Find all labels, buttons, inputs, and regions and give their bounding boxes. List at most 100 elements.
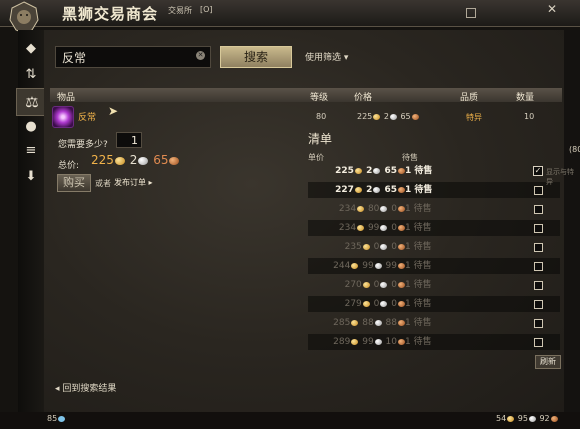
listing-silver: 88: [362, 318, 374, 328]
copper-coin-icon: [398, 167, 405, 174]
checkbox-first-row[interactable]: ✓: [533, 166, 543, 176]
coin-stack-icon[interactable]: ●: [22, 118, 40, 136]
listing-qty: 1 待售: [405, 337, 432, 347]
copper-coin-icon: [398, 205, 405, 212]
copper-coin-icon: [398, 281, 405, 288]
listing-qty: 1 待售: [405, 299, 432, 309]
list-icon[interactable]: ≡: [22, 142, 40, 160]
quantity-input[interactable]: 1: [116, 132, 142, 148]
gold-coin-icon: [354, 167, 362, 174]
item-rarity: 特异: [466, 113, 482, 122]
close-button[interactable]: ✕: [546, 3, 558, 15]
listing-checkbox[interactable]: [534, 338, 543, 347]
listing-copper: 0: [391, 242, 397, 252]
help-icon[interactable]: [466, 8, 476, 18]
buy-button[interactable]: 购买: [57, 174, 91, 192]
listing-silver: 99: [367, 223, 380, 233]
filter-dropdown[interactable]: 使用筛选 ▾: [305, 50, 348, 63]
clear-search-button[interactable]: ✕: [196, 51, 205, 60]
listing-copper: 0: [391, 223, 397, 233]
listing-row[interactable]: 270 0 01 待售: [308, 277, 560, 293]
place-order-link[interactable]: 发布订单 ▸: [114, 177, 153, 188]
item-icon[interactable]: [52, 106, 74, 128]
gold-coin-icon: [373, 113, 381, 120]
col-level[interactable]: 等级: [310, 90, 328, 103]
listing-copper: 0: [391, 299, 397, 309]
item-price: 225 2 65: [357, 112, 420, 121]
item-quantity: 10: [524, 112, 535, 121]
gold-coin-icon: [351, 319, 359, 326]
listing-checkbox[interactable]: [534, 262, 543, 271]
listing-row[interactable]: 225 2 65 1 待售: [308, 163, 560, 179]
silver-coin-icon: [380, 281, 388, 288]
gold-coin-icon: [507, 415, 515, 422]
window-subtitle[interactable]: 交易所: [168, 5, 192, 16]
gem-icon: [58, 415, 66, 422]
listing-price: 227 2 65: [316, 182, 406, 198]
col-price[interactable]: 价格: [354, 90, 372, 103]
listing-silver: 99: [362, 261, 374, 271]
listing-checkbox[interactable]: [534, 300, 543, 309]
edge-text: (80: [569, 145, 580, 154]
listing-checkbox[interactable]: [534, 243, 543, 252]
total-copper: 65: [153, 153, 169, 167]
listing-row[interactable]: 289 99 10 1 待售: [308, 334, 560, 350]
gem-icon[interactable]: ◆: [22, 40, 40, 58]
silver-coin-icon: [374, 262, 382, 269]
col-rarity[interactable]: 品质: [460, 90, 478, 103]
listing-price: 279 0 0: [316, 296, 406, 312]
silver-coin-icon: [374, 338, 382, 345]
item-level: 80: [316, 112, 327, 121]
copper-coin-icon: [398, 300, 405, 307]
wallet-gold: 54: [496, 414, 507, 423]
total-label: 总价:: [58, 161, 80, 171]
listing-row[interactable]: 279 0 01 待售: [308, 296, 560, 312]
listing-gold: 235: [344, 242, 362, 252]
listing-price: 234 80 0: [316, 201, 406, 217]
table-header: [50, 88, 562, 102]
col-quantity[interactable]: 数量: [516, 90, 534, 103]
copper-coin-icon: [169, 156, 180, 165]
listing-qty: 1 待售: [405, 261, 432, 271]
listing-checkbox[interactable]: [534, 281, 543, 290]
price-silver: 2: [383, 112, 389, 121]
quantity-label: 您需要多少?: [58, 140, 108, 150]
listing-silver: 99: [362, 337, 374, 347]
listing-row[interactable]: 234 80 01 待售: [308, 201, 560, 217]
listing-copper: 65: [384, 166, 397, 176]
bottom-bar: [0, 412, 580, 429]
silver-coin-icon: [380, 205, 388, 212]
back-to-results-link[interactable]: ◂ 回到搜索结果: [55, 381, 116, 394]
listing-col-qty: 待售: [402, 153, 418, 162]
listing-silver: 0: [373, 242, 380, 252]
copper-coin-icon: [398, 186, 405, 193]
exchange-icon[interactable]: ⇅: [22, 66, 40, 84]
listing-row[interactable]: 244 99 99 1 待售: [308, 258, 560, 274]
listing-row[interactable]: 227 2 65 1 待售: [308, 182, 560, 198]
or-label: 或者: [95, 179, 111, 188]
gold-coin-icon: [362, 243, 370, 250]
listing-price: 244 99 99: [316, 258, 406, 274]
listing-qty: 1 待售: [405, 166, 433, 176]
hotkey-label: [O]: [200, 5, 213, 14]
gold-coin-icon: [351, 262, 359, 269]
col-item[interactable]: 物品: [57, 90, 75, 103]
item-name[interactable]: 反常: [78, 110, 96, 123]
search-button[interactable]: 搜索: [220, 46, 292, 68]
copper-coin-icon: [398, 243, 405, 250]
search-value: 反常: [62, 51, 87, 65]
listing-copper: 0: [391, 280, 397, 290]
listing-checkbox[interactable]: [534, 186, 543, 195]
refresh-button[interactable]: 刷新: [535, 355, 561, 369]
gold-coin-icon: [114, 156, 125, 165]
listing-row[interactable]: 285 88 88 1 待售: [308, 315, 560, 331]
listing-row[interactable]: 235 0 01 待售: [308, 239, 560, 255]
copper-coin-icon: [411, 113, 419, 120]
listing-checkbox[interactable]: [534, 224, 543, 233]
listing-checkbox[interactable]: [534, 319, 543, 328]
silver-coin-icon: [138, 156, 149, 165]
pickup-icon[interactable]: ⬇: [22, 168, 40, 186]
listing-qty: 1 待售: [405, 280, 432, 290]
listing-checkbox[interactable]: [534, 205, 543, 214]
listing-row[interactable]: 234 99 01 待售: [308, 220, 560, 236]
